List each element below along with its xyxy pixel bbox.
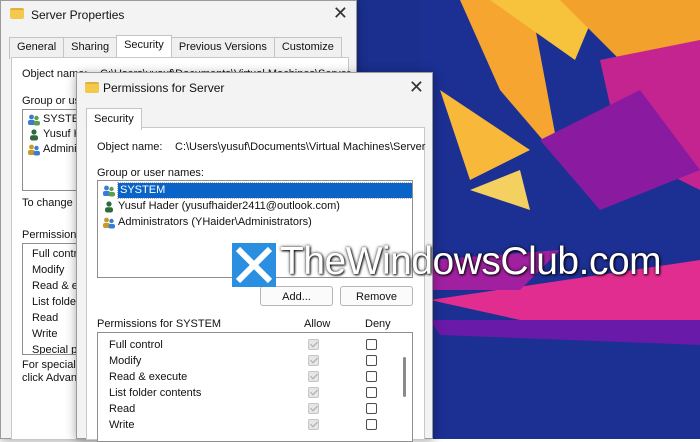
tab-previous-versions[interactable]: Previous Versions: [170, 37, 275, 59]
tab-security[interactable]: Security: [86, 108, 142, 130]
tab-strip: Security: [86, 108, 142, 130]
user-name: Yusuf Hader (yusufhaider2411@outlook.com…: [118, 200, 340, 212]
users-group-icon: [103, 185, 115, 196]
deny-checkbox[interactable]: [366, 403, 377, 414]
list-item[interactable]: SYSTEM: [102, 182, 412, 199]
permissions-scrollbar[interactable]: [403, 357, 406, 397]
deny-header: Deny: [365, 318, 391, 330]
users-group-icon: [28, 114, 40, 125]
title-bar: Permissions for Server ✕: [77, 73, 432, 101]
deny-checkbox[interactable]: [366, 419, 377, 430]
deny-checkbox[interactable]: [366, 339, 377, 350]
deny-checkbox[interactable]: [366, 387, 377, 398]
permission-name: Modify: [32, 264, 65, 276]
permission-name: Modify: [109, 355, 142, 367]
title-bar: Server Properties ✕: [1, 1, 356, 29]
dialog-title: Permissions for Server: [103, 81, 225, 95]
group-label: Group or user names:: [97, 167, 204, 179]
users-group-icon: [103, 217, 115, 228]
permission-name: Write: [109, 419, 135, 431]
allow-checkbox[interactable]: [308, 403, 319, 414]
tab-sharing[interactable]: Sharing: [63, 37, 118, 59]
permissions-label: Permissions for SYSTEM: [97, 318, 222, 330]
permission-name: Full control: [109, 339, 163, 351]
users-group-icon: [28, 144, 40, 155]
allow-checkbox[interactable]: [308, 355, 319, 366]
user-name: Administrators (YHaider\Administrators): [118, 216, 312, 228]
tab-strip: General Sharing Security Previous Versio…: [9, 35, 342, 59]
add-button[interactable]: Add...: [260, 286, 333, 306]
tab-customize[interactable]: Customize: [273, 37, 342, 59]
folder-icon: [10, 8, 24, 19]
list-item[interactable]: Yusuf Hader (yusufhaider2411@outlook.com…: [102, 199, 340, 214]
tab-security[interactable]: Security: [116, 35, 172, 57]
object-name-value: C:\Users\yusuf\Documents\Virtual Machine…: [175, 141, 426, 153]
allow-checkbox[interactable]: [308, 371, 319, 382]
user-icon: [30, 128, 38, 140]
permission-name: Read: [109, 403, 136, 415]
remove-button[interactable]: Remove: [340, 286, 413, 306]
allow-checkbox[interactable]: [308, 339, 319, 350]
deny-checkbox[interactable]: [366, 355, 377, 366]
user-name: SYSTEM: [117, 182, 412, 199]
permissions-list: Full control Modify Read & execute List …: [97, 332, 413, 442]
list-item[interactable]: Administrators (YHaider\Administrators): [102, 215, 312, 230]
user-icon: [105, 200, 113, 212]
close-icon[interactable]: ✕: [333, 4, 348, 22]
object-name-label: Object name:: [97, 141, 163, 153]
allow-checkbox[interactable]: [308, 419, 319, 430]
windows-logo-icon: [232, 243, 276, 287]
tab-general[interactable]: General: [9, 37, 65, 59]
window-title: Server Properties: [31, 8, 125, 22]
deny-checkbox[interactable]: [366, 371, 377, 382]
watermark-text: TheWindowsClub.com: [280, 240, 662, 283]
permission-name: Read & execute: [109, 371, 188, 383]
permission-name: List folder contents: [109, 387, 202, 399]
permission-name: Write: [32, 328, 58, 340]
folder-icon: [85, 82, 99, 93]
permission-name: Read: [32, 312, 59, 324]
allow-checkbox[interactable]: [308, 387, 319, 398]
allow-header: Allow: [304, 318, 331, 330]
close-icon[interactable]: ✕: [409, 78, 424, 96]
